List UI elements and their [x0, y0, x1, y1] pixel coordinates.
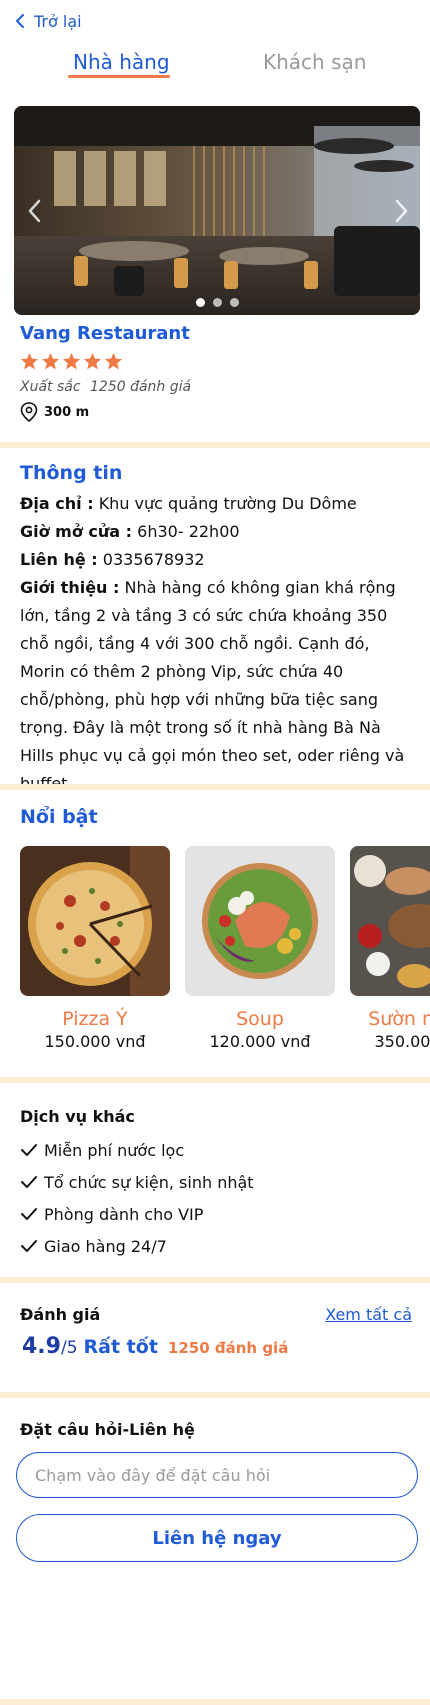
checkmark-icon — [21, 1208, 37, 1220]
carousel-dot[interactable] — [212, 298, 222, 307]
carousel-dots — [14, 298, 420, 307]
rating-word: Xuất sắc — [20, 379, 81, 395]
service-item: Tổ chức sự kiện, sinh nhật — [20, 1166, 254, 1198]
contact-now-button[interactable]: Liên hệ ngay — [16, 1514, 418, 1562]
photo-carousel[interactable] — [14, 106, 420, 315]
carousel-dot[interactable] — [229, 298, 239, 307]
section-divider — [0, 1699, 430, 1705]
pizza-photo — [20, 846, 170, 996]
address-label: Địa chỉ : — [20, 494, 94, 513]
service-item: Miễn phí nước lọc — [20, 1134, 254, 1166]
star-icon — [104, 352, 123, 370]
see-all-reviews-link[interactable]: Xem tất cả — [325, 1305, 412, 1324]
services-title: Dịch vụ khác — [20, 1107, 135, 1126]
restaurant-name: Vang Restaurant — [20, 323, 190, 344]
carousel-dot[interactable] — [195, 298, 205, 307]
service-item: Giao hàng 24/7 — [20, 1230, 254, 1262]
star-icon — [83, 352, 102, 370]
hours-value: 6h30- 22h00 — [137, 522, 240, 541]
contact-value[interactable]: 0335678932 — [103, 550, 205, 569]
section-divider — [0, 1392, 430, 1398]
featured-item-name: Pizza Ý — [62, 1008, 128, 1030]
star-icon — [41, 352, 60, 370]
tab-hotel[interactable]: Khách sạn — [263, 50, 366, 74]
intro-label: Giới thiệu : — [20, 578, 120, 597]
section-divider — [0, 442, 430, 448]
chevron-left-icon — [16, 14, 24, 28]
carousel-next-icon[interactable] — [390, 198, 412, 224]
checkmark-icon — [21, 1144, 37, 1156]
star-icon — [20, 352, 39, 370]
section-divider — [0, 1077, 430, 1083]
featured-item-name: Soup — [236, 1008, 284, 1030]
featured-item-name: Sườn nướng — [368, 1008, 430, 1030]
rating-summary: Xuất sắc 1250 đánh giá — [20, 379, 196, 395]
featured-title: Nổi bật — [20, 806, 98, 828]
checkmark-icon — [21, 1176, 37, 1188]
featured-item-price: 350.000 vnđ — [374, 1032, 430, 1051]
contact-label: Liên hệ : — [20, 550, 98, 569]
contact-row: Liên hệ : 0335678932 — [20, 546, 410, 574]
question-input[interactable] — [16, 1452, 418, 1498]
service-item: Phòng dành cho VIP — [20, 1198, 254, 1230]
services-list: Miễn phí nước lọc Tổ chức sự kiện, sinh … — [20, 1134, 254, 1262]
score-review-count: 1250 đánh giá — [167, 1339, 289, 1357]
review-count: 1250 đánh giá — [90, 379, 192, 395]
checkmark-icon — [21, 1240, 37, 1252]
section-divider — [0, 1277, 430, 1283]
featured-item-ribs[interactable]: Sườn nướng 350.000 vnđ — [350, 846, 430, 1051]
back-label: Trở lại — [34, 11, 82, 31]
service-label: Giao hàng 24/7 — [44, 1236, 167, 1256]
featured-item-price: 150.000 vnđ — [44, 1032, 146, 1051]
score-value: 4.9 — [22, 1334, 61, 1359]
service-label: Tổ chức sự kiện, sinh nhật — [44, 1172, 254, 1192]
tab-restaurant[interactable]: Nhà hàng — [73, 50, 170, 74]
distance-value: 300 m — [44, 404, 90, 420]
service-label: Phòng dành cho VIP — [44, 1204, 204, 1224]
location-pin-icon — [20, 402, 38, 422]
active-tab-indicator — [68, 75, 170, 78]
hours-row: Giờ mở cửa : 6h30- 22h00 — [20, 518, 410, 546]
star-icon — [62, 352, 81, 370]
star-rating — [20, 352, 123, 371]
address-row: Địa chỉ : Khu vực quảng trường Du Dôme — [20, 490, 410, 518]
soup-photo — [185, 846, 335, 996]
info-title: Thông tin — [20, 462, 123, 484]
restaurant-detail-page: Trở lại Nhà hàng Khách sạn Vang Restaura… — [0, 0, 430, 1705]
intro-row: Giới thiệu : Nhà hàng có không gian khá … — [20, 574, 410, 798]
restaurant-interior-photo — [14, 106, 420, 315]
carousel-prev-icon[interactable] — [24, 198, 46, 224]
info-block: Địa chỉ : Khu vực quảng trường Du Dôme G… — [20, 490, 410, 798]
featured-item-price: 120.000 vnđ — [209, 1032, 311, 1051]
score-word: Rất tốt — [83, 1336, 158, 1358]
featured-item-pizza[interactable]: Pizza Ý 150.000 vnđ — [20, 846, 170, 1051]
featured-item-soup[interactable]: Soup 120.000 vnđ — [185, 846, 335, 1051]
featured-list: Pizza Ý 150.000 vnđ Soup 120.000 vnđ Sườ… — [20, 846, 430, 1056]
ask-title: Đặt câu hỏi-Liên hệ — [20, 1420, 195, 1439]
distance: 300 m — [20, 402, 89, 422]
ribs-photo — [350, 846, 430, 996]
score-out-of: /5 — [60, 1338, 78, 1358]
category-tabs: Nhà hàng Khách sạn — [0, 50, 430, 84]
intro-text: Nhà hàng có không gian khá rộng lớn, tần… — [20, 578, 405, 793]
review-score: 4.9 /5 Rất tốt 1250 đánh giá — [22, 1334, 288, 1359]
service-label: Miễn phí nước lọc — [44, 1140, 185, 1160]
section-divider — [0, 784, 430, 790]
hours-label: Giờ mở cửa : — [20, 522, 133, 541]
address-value: Khu vực quảng trường Du Dôme — [98, 494, 357, 513]
back-button[interactable]: Trở lại — [14, 10, 82, 32]
reviews-title: Đánh giá — [20, 1305, 101, 1324]
